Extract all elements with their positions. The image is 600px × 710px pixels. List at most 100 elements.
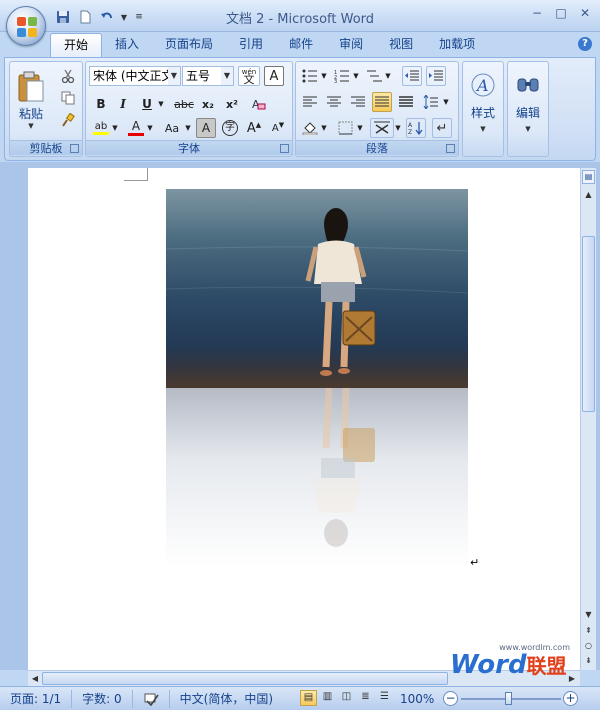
tab-page-layout[interactable]: 页面布局 [152, 33, 226, 57]
tab-mailings[interactable]: 邮件 [276, 33, 326, 57]
phonetic-guide-button[interactable]: wén 文 [238, 66, 260, 86]
change-case-button[interactable]: Aa [160, 118, 184, 138]
styles-button[interactable]: A 样式 ▼ [465, 64, 501, 140]
line-spacing-button[interactable] [420, 92, 442, 112]
character-shading-button[interactable]: A [196, 118, 216, 138]
format-painter-button[interactable] [58, 110, 78, 130]
copy-icon [61, 91, 75, 105]
editing-group[interactable]: 编辑 ▼ [507, 61, 549, 157]
previous-page-button[interactable]: ⇞ [582, 624, 595, 638]
strikethrough-button[interactable]: abc [172, 94, 196, 114]
bold-button[interactable]: B [91, 94, 111, 114]
proofing-status[interactable] [133, 689, 170, 708]
highlight-color-button[interactable]: ab [91, 118, 111, 138]
font-name-combo[interactable]: 宋体 (中文正文) ▼ [89, 66, 181, 86]
chinese-layout-button[interactable] [370, 118, 394, 138]
grow-font-button[interactable]: A ▲ [244, 118, 264, 138]
subscript-button[interactable]: x₂ [198, 94, 218, 114]
customize-qat-button[interactable]: ≡ [132, 8, 146, 26]
scroll-down-button[interactable]: ▼ [582, 608, 595, 622]
justify-button[interactable] [372, 92, 392, 112]
tab-view[interactable]: 视图 [376, 33, 426, 57]
editing-button[interactable]: 编辑 ▼ [510, 64, 546, 140]
character-border-button[interactable]: A [264, 66, 284, 86]
borders-button[interactable] [336, 118, 356, 138]
word-count[interactable]: 字数: 0 [72, 689, 133, 708]
new-document-button[interactable] [76, 8, 94, 26]
close-button[interactable]: ✕ [574, 4, 596, 22]
align-right-button[interactable] [348, 92, 368, 112]
zoom-out-button[interactable]: − [443, 691, 458, 706]
underline-dropdown[interactable]: ▼ [157, 98, 165, 110]
superscript-button[interactable]: x² [222, 94, 242, 114]
tab-add-ins[interactable]: 加载项 [426, 33, 488, 57]
editing-dropdown-icon: ▼ [525, 124, 531, 133]
paste-button[interactable]: 粘贴 ▼ [14, 64, 48, 136]
outline-view-button[interactable]: ≣ [357, 690, 374, 706]
numbering-button[interactable]: 123 [332, 66, 352, 86]
tab-review[interactable]: 审阅 [326, 33, 376, 57]
decrease-indent-button[interactable] [402, 66, 422, 86]
borders-dropdown[interactable]: ▼ [356, 122, 364, 134]
styles-group[interactable]: A 样式 ▼ [462, 61, 504, 157]
print-layout-view-button[interactable]: ▤ [300, 690, 317, 706]
align-left-button[interactable] [300, 92, 320, 112]
maximize-button[interactable]: □ [550, 4, 572, 22]
language-indicator[interactable]: 中文(简体，中国) [170, 690, 283, 708]
cut-button[interactable] [58, 66, 78, 86]
align-center-button[interactable] [324, 92, 344, 112]
numbering-dropdown[interactable]: ▼ [352, 70, 360, 82]
minimize-button[interactable]: − [526, 4, 548, 22]
clear-formatting-button[interactable]: A [248, 94, 268, 114]
horizontal-scroll-thumb[interactable] [42, 672, 448, 685]
sort-button[interactable]: AZ [406, 118, 426, 138]
select-browse-object-button[interactable]: ○ [582, 639, 595, 653]
chinese-layout-dropdown[interactable]: ▼ [394, 122, 402, 134]
scroll-up-button[interactable]: ▲ [582, 188, 595, 202]
ruler-toggle-icon[interactable]: ▤ [582, 170, 595, 184]
tab-insert[interactable]: 插入 [102, 33, 152, 57]
zoom-slider-thumb[interactable] [505, 692, 512, 705]
copy-button[interactable] [58, 88, 78, 108]
vertical-scrollbar[interactable]: ▤ ▲ ▼ ⇞ ○ ⇟ [580, 168, 596, 670]
font-color-dropdown[interactable]: ▼ [146, 122, 154, 134]
page-count[interactable]: 页面: 1/1 [0, 689, 73, 708]
shading-dropdown[interactable]: ▼ [320, 122, 328, 134]
shrink-font-button[interactable]: A ▼ [268, 118, 288, 138]
multilevel-list-button[interactable] [364, 66, 384, 86]
web-layout-button[interactable]: ◫ [338, 690, 355, 706]
scroll-left-button[interactable]: ◀ [29, 672, 41, 685]
office-button[interactable] [6, 6, 46, 46]
tab-references[interactable]: 引用 [226, 33, 276, 57]
font-size-combo[interactable]: 五号 ▼ [182, 66, 234, 86]
next-page-button[interactable]: ⇟ [582, 654, 595, 668]
beach-photo[interactable] [166, 189, 468, 388]
vertical-scroll-thumb[interactable] [582, 236, 595, 412]
clipboard-dialog-launcher[interactable] [70, 144, 79, 153]
paragraph-dialog-launcher[interactable] [446, 144, 455, 153]
increase-indent-button[interactable] [426, 66, 446, 86]
show-hide-marks-button[interactable]: ↵ [432, 118, 452, 138]
zoom-level[interactable]: 100% [400, 690, 434, 708]
font-dialog-launcher[interactable] [280, 144, 289, 153]
save-button[interactable] [54, 8, 72, 26]
change-case-dropdown[interactable]: ▼ [184, 122, 192, 134]
undo-dropdown[interactable]: ▼ [120, 8, 128, 26]
zoom-in-button[interactable]: + [563, 691, 578, 706]
shading-button[interactable] [300, 118, 320, 138]
help-button[interactable]: ? [578, 37, 592, 51]
bullets-dropdown[interactable]: ▼ [320, 70, 328, 82]
draft-view-button[interactable]: ☰ [376, 690, 393, 706]
italic-button[interactable]: I [113, 94, 133, 114]
full-screen-reading-button[interactable]: ▥ [319, 690, 336, 706]
highlight-color-dropdown[interactable]: ▼ [111, 122, 119, 134]
multilevel-list-dropdown[interactable]: ▼ [384, 70, 392, 82]
line-spacing-dropdown[interactable]: ▼ [442, 96, 450, 108]
underline-button[interactable]: U [137, 94, 157, 114]
tab-home[interactable]: 开始 [50, 33, 103, 57]
font-color-button[interactable]: A [126, 118, 146, 138]
enclose-characters-button[interactable]: 字 [220, 118, 240, 138]
distributed-button[interactable] [396, 92, 416, 112]
bullets-button[interactable] [300, 66, 320, 86]
undo-button[interactable] [98, 8, 116, 26]
